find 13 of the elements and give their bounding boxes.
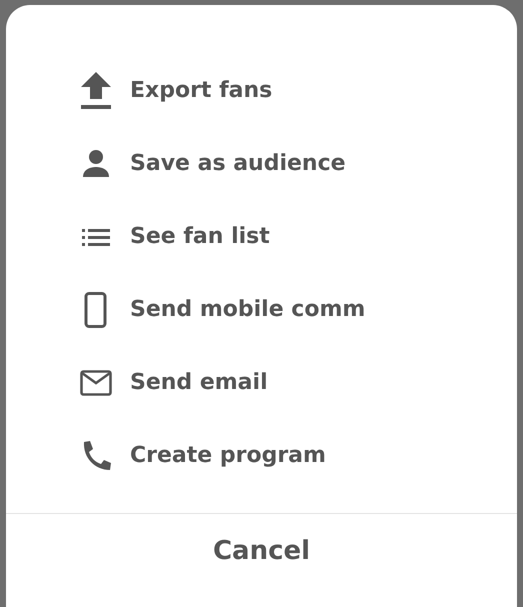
envelope-icon xyxy=(80,370,112,396)
menu-item[interactable]: Send email xyxy=(130,370,268,395)
cancel-button[interactable]: Cancel xyxy=(202,532,320,570)
phone-handset-icon xyxy=(84,440,111,470)
person-icon xyxy=(83,150,109,176)
list-icon xyxy=(82,228,110,246)
menu-item[interactable]: Export fans xyxy=(130,78,272,103)
menu-item[interactable]: Send mobile comm xyxy=(130,297,366,322)
upload-icon xyxy=(81,72,111,108)
menu-item[interactable]: Save as audience xyxy=(130,151,346,176)
menu-item[interactable]: See fan list xyxy=(130,224,270,249)
menu-item[interactable]: Create program xyxy=(130,443,326,468)
mobile-phone-icon xyxy=(84,292,106,328)
